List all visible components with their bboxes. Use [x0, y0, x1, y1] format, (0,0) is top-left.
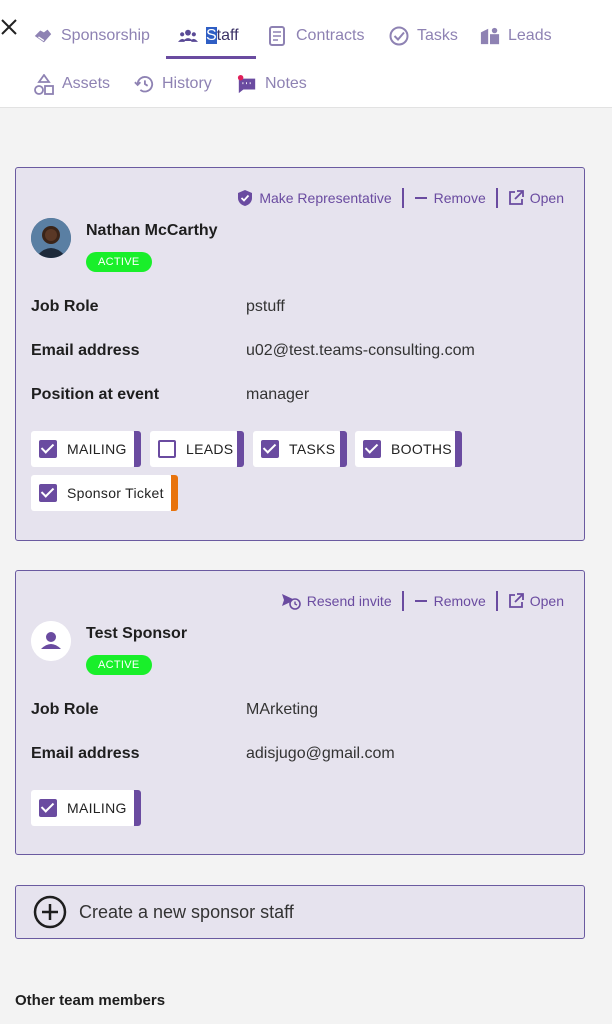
make-representative-button[interactable]: Make Representative — [227, 189, 401, 207]
checkbox-unchecked[interactable] — [158, 440, 176, 458]
card-actions: Resend invite Remove Open — [271, 591, 564, 611]
field-value: u02@test.teams-consulting.com — [246, 342, 475, 359]
checkbox-checked[interactable] — [39, 484, 57, 502]
add-circle-icon — [33, 895, 67, 929]
chat-icon — [237, 74, 257, 94]
tab-label: Staff — [206, 27, 239, 45]
chip-label: TASKS — [289, 441, 336, 457]
tab-label: History — [162, 75, 212, 92]
chip-bar — [171, 475, 178, 511]
staff-card: Resend invite Remove Open Test Sponsor A… — [15, 570, 585, 855]
chip-label: BOOTHS — [391, 441, 452, 457]
permission-chip-leads[interactable]: LEADS — [150, 431, 244, 467]
check-circle-icon — [389, 26, 409, 46]
resend-invite-button[interactable]: Resend invite — [271, 592, 402, 610]
tab-label: Assets — [62, 75, 111, 92]
field-value: MArketing — [246, 701, 319, 718]
field-value: pstuff — [246, 298, 285, 315]
avatar — [31, 621, 71, 661]
people-icon — [178, 26, 198, 46]
leads-icon — [480, 26, 500, 46]
checkbox-checked[interactable] — [39, 799, 57, 817]
action-label: Open — [529, 190, 564, 206]
document-icon — [268, 26, 288, 46]
action-label: Open — [529, 593, 564, 609]
user-placeholder-icon — [31, 621, 71, 661]
tab-label: Leads — [508, 27, 552, 44]
chip-bar — [340, 431, 347, 467]
tab-label: Notes — [265, 75, 307, 92]
status-badge: ACTIVE — [86, 252, 152, 272]
field-label: Job Role — [31, 701, 99, 718]
staff-name: Nathan McCarthy — [86, 222, 218, 239]
permission-chip-booths[interactable]: BOOTHS — [355, 431, 462, 467]
selected-text: S — [206, 27, 217, 44]
right-edge — [612, 0, 616, 1024]
open-external-icon — [508, 190, 524, 205]
chip-bar — [455, 431, 462, 467]
resend-invite-icon — [281, 594, 301, 610]
tab-sponsorship[interactable]: Sponsorship — [33, 24, 150, 48]
tab-tasks[interactable]: Tasks — [389, 24, 458, 48]
shield-check-icon — [238, 190, 253, 206]
action-label: Make Representative — [259, 190, 392, 206]
card-actions: Make Representative Remove Open — [227, 188, 564, 208]
checkbox-checked[interactable] — [363, 440, 381, 458]
staff-name: Test Sponsor — [86, 625, 188, 642]
status-badge: ACTIVE — [86, 655, 152, 675]
open-external-icon — [508, 593, 524, 608]
permission-chip-mailing[interactable]: MAILING — [31, 431, 141, 467]
field-label: Email address — [31, 745, 140, 762]
tab-notes[interactable]: Notes — [237, 72, 307, 96]
tab-contracts[interactable]: Contracts — [268, 24, 364, 48]
close-button[interactable] — [0, 14, 20, 38]
tab-label: Sponsorship — [61, 27, 150, 44]
field-value: adisjugo@gmail.com — [246, 745, 395, 762]
remove-button[interactable]: Remove — [404, 593, 496, 609]
permission-chip-mailing[interactable]: MAILING — [31, 790, 141, 826]
minus-icon — [414, 197, 427, 199]
tab-history[interactable]: History — [134, 72, 212, 96]
tab-label-rest: taff — [216, 27, 239, 44]
remove-button[interactable]: Remove — [404, 190, 496, 206]
action-label: Remove — [433, 190, 486, 206]
chip-label: Sponsor Ticket — [67, 485, 164, 501]
checkbox-checked[interactable] — [261, 440, 279, 458]
tab-label: Contracts — [296, 27, 365, 44]
tab-assets[interactable]: Assets — [34, 72, 110, 96]
shapes-icon — [34, 74, 54, 95]
tab-staff[interactable]: Staff — [178, 24, 239, 48]
handshake-icon — [33, 26, 53, 46]
create-sponsor-staff-button[interactable]: Create a new sponsor staff — [15, 885, 585, 939]
chip-label: LEADS — [186, 441, 234, 457]
open-button[interactable]: Open — [498, 593, 564, 609]
avatar — [31, 218, 71, 258]
chip-bar — [134, 790, 141, 826]
active-tab-indicator — [166, 56, 256, 59]
field-value: manager — [246, 386, 310, 403]
action-label: Resend invite — [306, 593, 392, 609]
close-icon — [1, 19, 17, 35]
section-heading: Other team members — [15, 992, 166, 1009]
create-label: Create a new sponsor staff — [79, 901, 294, 922]
tab-leads[interactable]: Leads — [480, 24, 552, 48]
top-navigation: Sponsorship Staff Contracts Tasks Leads … — [0, 0, 612, 108]
chip-bar — [237, 431, 244, 467]
checkbox-checked[interactable] — [39, 440, 57, 458]
permission-chip-tasks[interactable]: TASKS — [253, 431, 347, 467]
staff-card: Make Representative Remove Open Nathan M… — [15, 167, 585, 541]
action-label: Remove — [433, 593, 486, 609]
person-photo-icon — [31, 218, 71, 258]
chip-label: MAILING — [67, 800, 127, 816]
chip-label: MAILING — [67, 441, 127, 457]
minus-icon — [414, 600, 427, 602]
field-label: Position at event — [31, 386, 160, 403]
tab-label: Tasks — [417, 27, 458, 44]
chip-bar — [134, 431, 141, 467]
field-label: Email address — [31, 342, 140, 359]
open-button[interactable]: Open — [498, 190, 564, 206]
history-icon — [134, 74, 154, 94]
permission-chip-sponsor-ticket[interactable]: Sponsor Ticket — [31, 475, 178, 511]
field-label: Job Role — [31, 298, 99, 315]
